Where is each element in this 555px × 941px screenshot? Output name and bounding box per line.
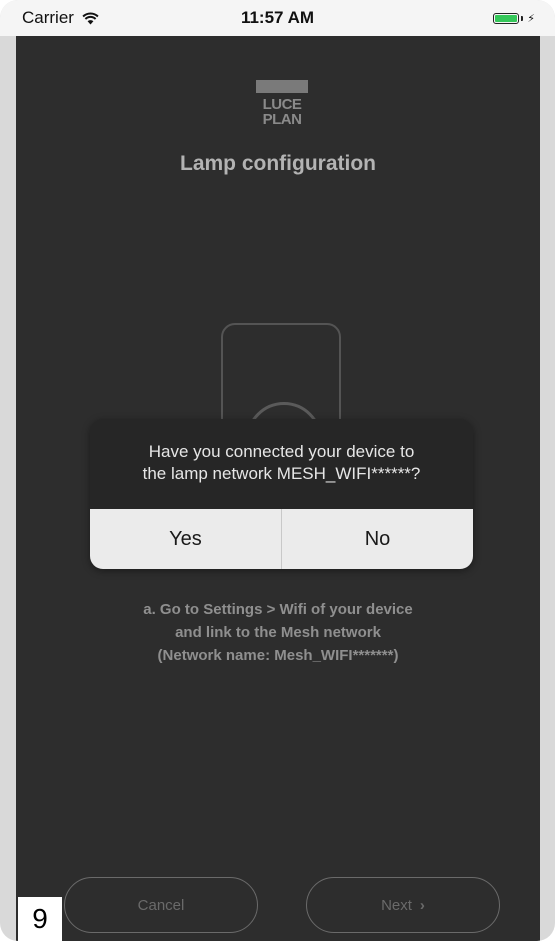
charging-icon: ⚡: [527, 13, 535, 25]
page-number-badge: 9: [18, 897, 62, 941]
yes-button[interactable]: Yes: [90, 509, 281, 569]
status-bar: Carrier 11:57 AM ⚡: [0, 0, 555, 36]
instruction-line: (Network name: Mesh_WIFI*******): [157, 647, 399, 664]
clock: 11:57 AM: [240, 8, 315, 27]
app-screen: LUCE PLAN Lamp configuration a. Go to Se…: [16, 36, 540, 941]
luceplan-logo: LUCE PLAN: [256, 80, 308, 127]
dialog-message: Have you connected your device to the la…: [90, 419, 473, 509]
confirm-dialog: Have you connected your device to the la…: [90, 419, 473, 569]
instruction-line: a. Go to Settings > Wifi of your device: [143, 601, 413, 618]
instruction-line: and link to the Mesh network: [175, 624, 381, 641]
cancel-label: Cancel: [137, 896, 185, 914]
cancel-button[interactable]: Cancel: [64, 877, 258, 933]
chevron-right-icon: ›: [419, 896, 425, 914]
device-frame: Carrier 11:57 AM ⚡ LUCE PLAN Lamp config…: [0, 0, 555, 941]
next-button[interactable]: Next ›: [306, 877, 500, 933]
battery-indicator: ⚡: [493, 12, 535, 25]
dialog-button-row: Yes No: [90, 509, 473, 569]
page-title: Lamp configuration: [180, 152, 376, 175]
next-label: Next: [381, 896, 412, 914]
battery-icon: [493, 13, 520, 24]
instructions-text: a. Go to Settings > Wifi of your device …: [16, 598, 540, 667]
no-button[interactable]: No: [281, 509, 473, 569]
